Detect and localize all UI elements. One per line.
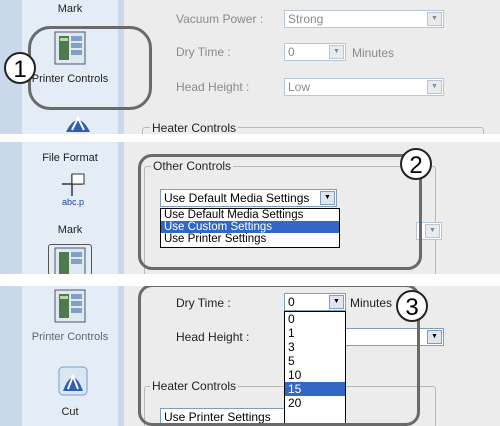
callout-highlight-1: [28, 26, 152, 110]
sidebar-item-mark[interactable]: Mark: [22, 224, 118, 236]
chevron-down-icon: ▼: [329, 45, 344, 59]
chevron-down-icon: ▼: [427, 12, 442, 26]
vacuum-power-select[interactable]: Strong ▼: [284, 10, 444, 28]
callout-number-1: 1: [4, 52, 36, 84]
selected-sidebar-frame: [48, 244, 92, 274]
chevron-down-icon: ▼: [427, 80, 442, 94]
callout-highlight-2: [138, 154, 422, 270]
chevron-down-icon: ▼: [427, 330, 442, 344]
head-height-select[interactable]: Low ▼: [284, 78, 444, 96]
sidebar-item-printer-controls[interactable]: Printer Controls: [22, 330, 118, 344]
sidebar-item-mark[interactable]: Mark: [22, 3, 118, 15]
sidebar-item-cut[interactable]: Cut: [22, 406, 118, 418]
heater-controls-title: Heater Controls: [150, 121, 239, 134]
file-format-icon[interactable]: abc.p: [58, 172, 88, 208]
callout-number-2: 2: [400, 148, 432, 180]
printer-controls-icon[interactable]: [53, 288, 87, 324]
panel-2: File Format abc.p Mark Other Controls Us…: [0, 142, 500, 274]
panel-3: Printer Controls Cut Dry Time : 0 ▼ Minut…: [0, 286, 500, 426]
callout-number-3: 3: [396, 290, 428, 322]
cut-icon[interactable]: [64, 112, 92, 134]
callout-highlight-3: [138, 286, 420, 426]
chevron-down-icon: ▼: [425, 224, 440, 238]
svg-text:abc.p: abc.p: [62, 197, 84, 207]
cut-icon[interactable]: [58, 366, 88, 396]
dry-time-label: Dry Time :: [176, 45, 231, 59]
dry-time-select[interactable]: 0 ▼: [284, 43, 346, 61]
panel-1: Mark Printer Controls Vacuum Power : Str…: [0, 0, 500, 134]
vacuum-power-label: Vacuum Power :: [176, 12, 264, 26]
head-height-label: Head Height :: [176, 80, 250, 94]
sidebar-item-file-format[interactable]: File Format: [22, 152, 118, 164]
dry-time-unit: Minutes: [352, 46, 395, 60]
